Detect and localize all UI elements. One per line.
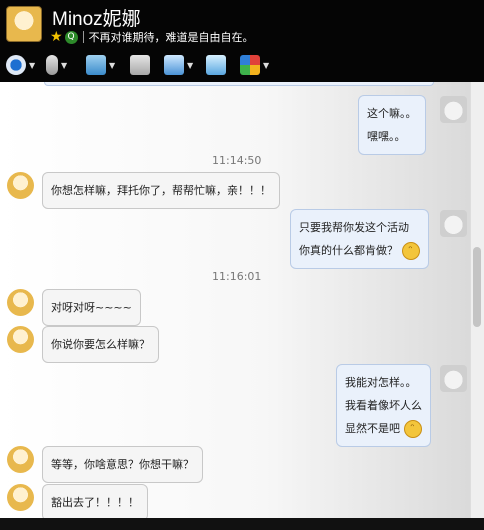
scrollbar-thumb[interactable]: [473, 247, 481, 327]
message-line: 你真的什么都肯做？: [299, 244, 398, 257]
contact-avatar[interactable]: [7, 172, 34, 199]
message-area[interactable]: 这个嘛。。 嘿嘿。。 11:14:50 你想怎样嘛，拜托你了，帮帮忙嘛，亲！！！…: [0, 82, 484, 518]
share-screen-button[interactable]: [206, 54, 226, 76]
timestamp: 11:14:50: [212, 154, 262, 167]
contact-avatar[interactable]: [7, 446, 34, 473]
send-file-icon: [86, 55, 106, 75]
chat-toolbar: ▼ ▼ ▼ ▼ ▼: [0, 50, 484, 80]
message-bubble[interactable]: 你说你要怎么样嘛？: [42, 326, 159, 363]
timestamp: 11:16:01: [212, 270, 262, 283]
message-line: 我看着像坏人么: [345, 399, 422, 412]
remote-assist-icon: [164, 55, 184, 75]
chevron-down-icon[interactable]: ▼: [187, 61, 193, 70]
message-line: 这个嘛。。: [367, 107, 417, 120]
apps-button[interactable]: ▼: [240, 54, 269, 76]
status-row: ★ Q 不再对谁期待，难道是自由自在。: [50, 29, 254, 45]
my-avatar[interactable]: [440, 210, 467, 237]
remote-assist-button[interactable]: ▼: [164, 54, 193, 76]
video-call-button[interactable]: ▼: [6, 54, 35, 76]
message-bubble[interactable]: 对呀对呀~~~~: [42, 289, 141, 326]
contact-avatar[interactable]: [7, 326, 34, 353]
chat-header: Minoz妮娜 ★ Q 不再对谁期待，难道是自由自在。 ▼ ▼ ▼ ▼ ▼: [0, 0, 484, 82]
contact-avatar[interactable]: [6, 6, 42, 42]
chevron-down-icon[interactable]: ▼: [109, 61, 115, 70]
message-bubble[interactable]: 这个嘛。。 嘿嘿。。: [358, 95, 426, 155]
contact-avatar[interactable]: [7, 289, 34, 316]
chevron-down-icon[interactable]: ▼: [61, 61, 67, 70]
divider: [82, 31, 84, 43]
message-line: 只要我帮你发这个活动: [299, 221, 409, 234]
grin-emoji-icon: ᵔ: [403, 420, 422, 438]
message-bubble[interactable]: 你想怎样嘛，拜托你了，帮帮忙嘛，亲！！！: [42, 172, 280, 209]
chevron-down-icon[interactable]: ▼: [263, 61, 269, 70]
my-avatar[interactable]: [440, 96, 467, 123]
message-line: 我能对怎样。。: [345, 376, 417, 389]
chevron-down-icon[interactable]: ▼: [29, 61, 35, 70]
video-call-icon: [6, 55, 26, 75]
grin-emoji-icon: ᵔ: [401, 242, 420, 260]
voice-call-icon: [46, 55, 58, 75]
message-bubble[interactable]: 只要我帮你发这个活动 你真的什么都肯做？ ᵔ: [290, 209, 429, 269]
add-contact-icon: [130, 55, 150, 75]
scrollbar[interactable]: [470, 82, 484, 518]
message-line: 你想怎样嘛，拜托你了，帮帮忙嘛，亲！！！: [51, 184, 271, 197]
message-line: 显然不是吧: [345, 422, 400, 435]
contact-avatar[interactable]: [7, 484, 34, 511]
message-line: 豁出去了！！！！: [51, 496, 139, 509]
share-screen-icon: [206, 55, 226, 75]
message-line: 等等，你啥意思？你想干嘛？: [51, 458, 194, 471]
message-bubble[interactable]: 我能对怎样。。 我看着像坏人么 显然不是吧 ᵔ: [336, 364, 431, 447]
contact-name[interactable]: Minoz妮娜: [52, 4, 141, 31]
message-line: 你说你要怎么样嘛？: [51, 338, 150, 351]
add-contact-button[interactable]: [130, 54, 150, 76]
contact-signature: 不再对谁期待，难道是自由自在。: [88, 31, 254, 44]
apps-icon: [240, 55, 260, 75]
qq-status-badge: Q: [64, 30, 78, 44]
star-icon: ★: [50, 29, 63, 45]
message-line: 嘿嘿。。: [367, 130, 406, 143]
voice-call-button[interactable]: ▼: [46, 54, 67, 76]
message-bubble[interactable]: 等等，你啥意思？你想干嘛？: [42, 446, 203, 483]
send-file-button[interactable]: ▼: [86, 54, 115, 76]
my-avatar[interactable]: [440, 365, 467, 392]
previous-message-bubble: [44, 82, 434, 86]
bottom-bar: [0, 518, 484, 530]
message-bubble[interactable]: 豁出去了！！！！: [42, 484, 148, 518]
message-line: 对呀对呀~~~~: [51, 301, 132, 314]
